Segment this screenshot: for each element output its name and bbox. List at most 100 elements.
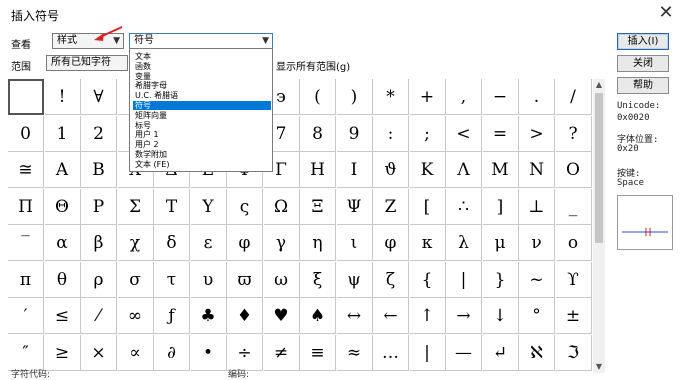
dropdown-item[interactable]: 数学附加 <box>133 150 271 159</box>
symbol-cell[interactable]: P <box>81 188 117 225</box>
symbol-cell[interactable]: ≠ <box>263 334 300 371</box>
symbol-cell[interactable] <box>8 79 44 115</box>
symbol-cell[interactable]: ℑ <box>555 334 592 371</box>
symbol-cell[interactable]: ζ <box>373 261 409 298</box>
symbol-cell[interactable]: ο <box>555 225 592 261</box>
symbol-cell[interactable]: ∝ <box>117 334 154 371</box>
symbol-cell[interactable]: → <box>446 298 482 334</box>
symbol-cell[interactable]: Λ <box>446 152 482 188</box>
symbol-cell[interactable]: δ <box>154 225 190 261</box>
symbol-cell[interactable]: ‾ <box>8 225 44 261</box>
symbol-cell[interactable]: < <box>446 115 482 152</box>
insert-button[interactable]: 插入(I) <box>617 33 669 50</box>
symbol-cell[interactable]: ± <box>555 298 592 334</box>
dropdown-item[interactable]: 变量 <box>133 72 271 81</box>
symbol-cell[interactable]: ′ <box>8 298 44 334</box>
symbol-cell[interactable]: Π <box>8 188 44 225</box>
dropdown-item[interactable]: 希腊字母 <box>133 81 271 90</box>
symbol-cell[interactable]: Z <box>373 188 409 225</box>
font-select[interactable]: 符号 ▼ <box>129 33 273 49</box>
symbol-cell[interactable]: ♥ <box>263 298 300 334</box>
symbol-cell[interactable]: ) <box>336 79 373 115</box>
symbol-cell[interactable]: ↑ <box>409 298 446 334</box>
symbol-cell[interactable]: ℵ <box>519 334 555 371</box>
symbol-cell[interactable]: M <box>482 152 519 188</box>
symbol-cell[interactable]: ∂ <box>154 334 190 371</box>
close-button[interactable]: 关闭 <box>617 55 669 72</box>
symbol-cell[interactable]: α <box>44 225 81 261</box>
symbol-cell[interactable]: β <box>81 225 117 261</box>
scroll-thumb[interactable] <box>595 93 603 243</box>
symbol-cell[interactable]: ν <box>519 225 555 261</box>
symbol-cell[interactable]: O <box>555 152 592 188</box>
symbol-cell[interactable]: φ <box>227 225 263 261</box>
symbol-cell[interactable]: ♦ <box>227 298 263 334</box>
symbol-cell[interactable]: η <box>300 225 336 261</box>
symbol-cell[interactable]: ≥ <box>44 334 81 371</box>
symbol-cell[interactable]: χ <box>117 225 154 261</box>
symbol-cell[interactable]: { <box>409 261 446 298</box>
dropdown-item[interactable]: 符号 <box>133 101 271 110</box>
symbol-cell[interactable]: ρ <box>81 261 117 298</box>
symbol-cell[interactable]: , <box>446 79 482 115</box>
symbol-cell[interactable]: ! <box>44 79 81 115</box>
symbol-cell[interactable]: = <box>482 115 519 152</box>
symbol-cell[interactable]: — <box>446 334 482 371</box>
symbol-cell[interactable]: ? <box>555 115 592 152</box>
symbol-cell[interactable]: ] <box>482 188 519 225</box>
symbol-cell[interactable]: ϑ <box>373 152 409 188</box>
range-select[interactable]: 所有已知字符 <box>46 55 128 71</box>
symbol-cell[interactable]: ξ <box>300 261 336 298</box>
show-all-ranges-checkbox[interactable]: 显示所有范围(g) <box>276 58 350 73</box>
vertical-scrollbar[interactable]: ▲ ▼ <box>593 79 605 373</box>
dropdown-item[interactable]: 用户 1 <box>133 130 271 139</box>
dropdown-item[interactable]: U.C. 希腊语 <box>133 91 271 100</box>
symbol-cell[interactable]: 1 <box>44 115 81 152</box>
symbol-cell[interactable]: θ <box>44 261 81 298</box>
symbol-cell[interactable]: Ψ <box>336 188 373 225</box>
symbol-cell[interactable]: λ <box>446 225 482 261</box>
symbol-cell[interactable]: 0 <box>8 115 44 152</box>
symbol-cell[interactable]: K <box>409 152 446 188</box>
symbol-cell[interactable]: − <box>482 79 519 115</box>
symbol-cell[interactable]: > <box>519 115 555 152</box>
symbol-cell[interactable]: τ <box>154 261 190 298</box>
symbol-cell[interactable]: [ <box>409 188 446 225</box>
dropdown-item[interactable]: 函数 <box>133 62 271 71</box>
dropdown-item[interactable]: 文本 <box>133 52 271 61</box>
symbol-cell[interactable]: ↔ <box>336 298 373 334</box>
symbol-cell[interactable]: 9 <box>336 115 373 152</box>
symbol-cell[interactable]: 2 <box>81 115 117 152</box>
dropdown-item[interactable]: 用户 2 <box>133 140 271 149</box>
symbol-cell[interactable]: H <box>300 152 336 188</box>
symbol-cell[interactable]: ι <box>336 225 373 261</box>
symbol-cell[interactable]: ƒ <box>154 298 190 334</box>
symbol-cell[interactable]: κ <box>409 225 446 261</box>
symbol-cell[interactable]: + <box>409 79 446 115</box>
symbol-cell[interactable]: υ <box>190 261 227 298</box>
symbol-cell[interactable]: ε <box>190 225 227 261</box>
symbol-cell[interactable]: Y <box>190 188 227 225</box>
symbol-cell[interactable]: μ <box>482 225 519 261</box>
symbol-cell[interactable]: _ <box>555 188 592 225</box>
symbol-cell[interactable]: ⊥ <box>519 188 555 225</box>
symbol-cell[interactable]: γ <box>263 225 300 261</box>
close-icon[interactable]: ✕ <box>656 3 676 23</box>
symbol-cell[interactable]: : <box>373 115 409 152</box>
symbol-cell[interactable]: π <box>8 261 44 298</box>
symbol-cell[interactable]: ♠ <box>300 298 336 334</box>
symbol-cell[interactable]: Ω <box>263 188 300 225</box>
symbol-cell[interactable]: ≅ <box>8 152 44 188</box>
symbol-cell[interactable]: ↓ <box>482 298 519 334</box>
symbol-cell[interactable]: ϒ <box>555 261 592 298</box>
symbol-cell[interactable]: ≤ <box>44 298 81 334</box>
symbol-cell[interactable]: ∞ <box>117 298 154 334</box>
symbol-cell[interactable]: Ξ <box>300 188 336 225</box>
symbol-cell[interactable]: B <box>81 152 117 188</box>
dropdown-item[interactable]: 标号 <box>133 121 271 130</box>
symbol-cell[interactable]: ⁄ <box>81 298 117 334</box>
symbol-cell[interactable]: ° <box>519 298 555 334</box>
symbol-cell[interactable]: ∀ <box>81 79 117 115</box>
symbol-cell[interactable]: ← <box>373 298 409 334</box>
symbol-cell[interactable]: T <box>154 188 190 225</box>
